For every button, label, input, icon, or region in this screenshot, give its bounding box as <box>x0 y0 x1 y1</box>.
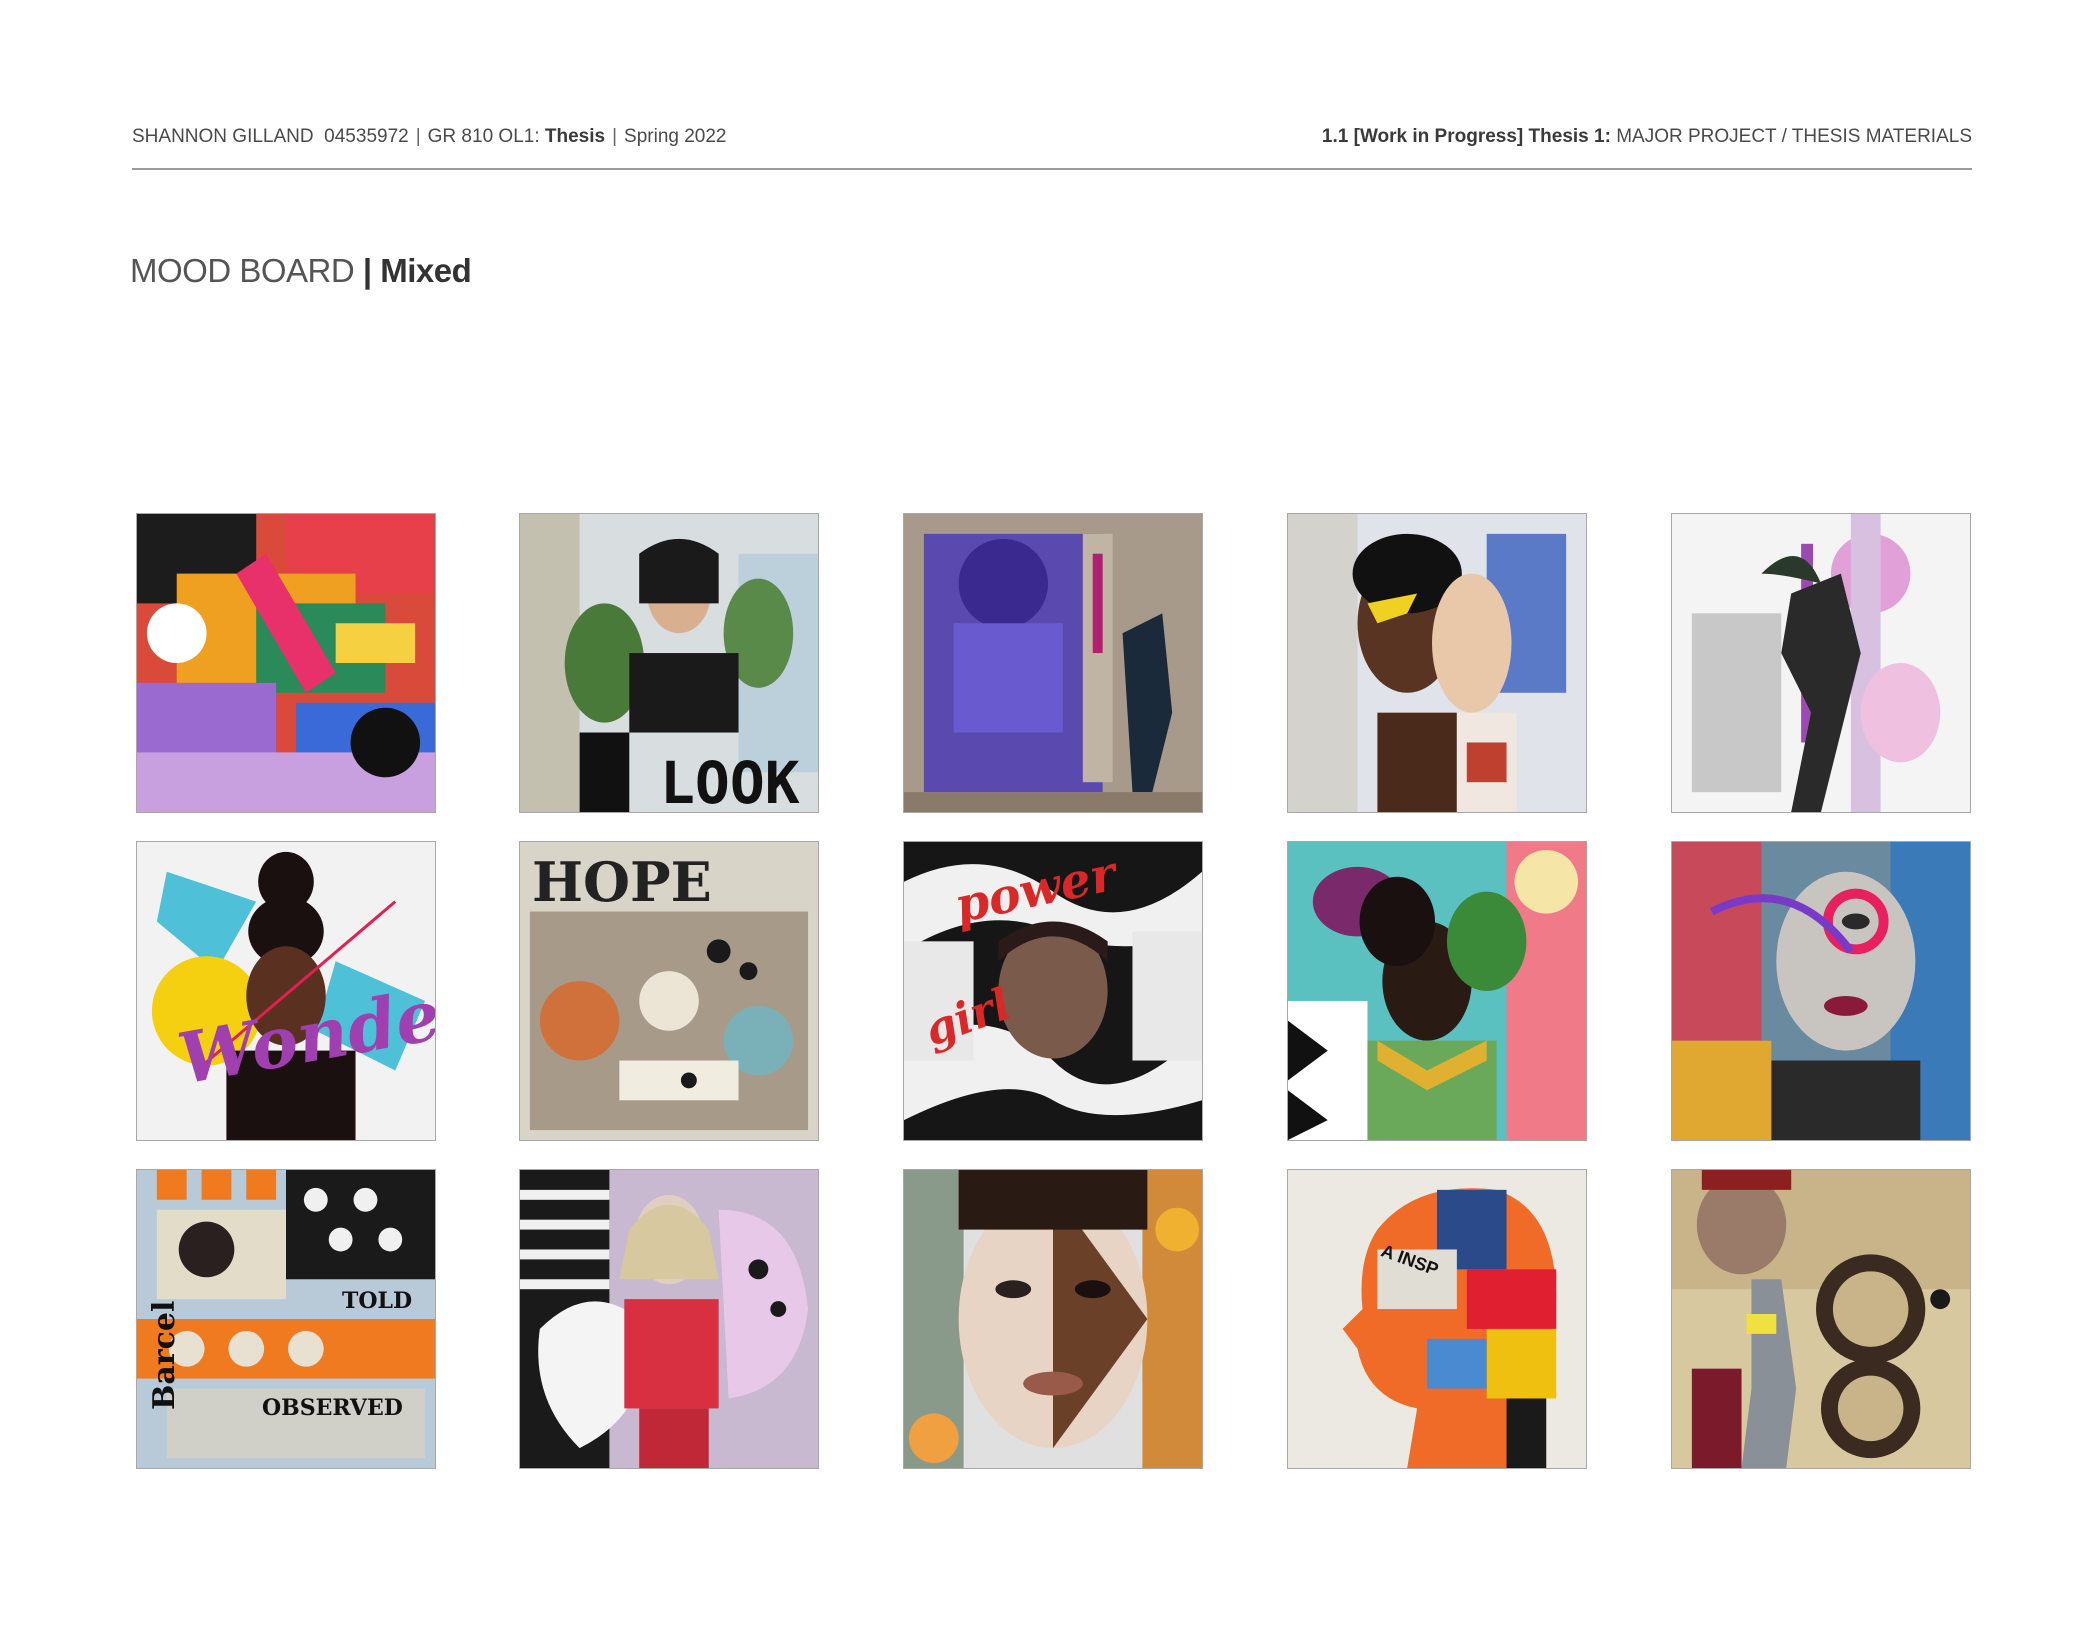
title-prefix: MOOD BOARD <box>130 252 355 289</box>
mood-image-profile-woman <box>1287 841 1587 1141</box>
course-prefix: GR 810 OL1: <box>427 126 540 147</box>
header-right: 1.1 [Work in Progress] Thesis 1: MAJOR P… <box>1322 126 1972 148</box>
mood-image-newspaper-figure <box>903 513 1203 813</box>
term: Spring 2022 <box>624 126 727 147</box>
section-subtitle: MAJOR PROJECT / THESIS MATERIALS <box>1616 126 1972 147</box>
mood-image-abstract-collage <box>136 513 436 813</box>
mood-image-head-silhouette: A INSP <box>1287 1169 1587 1469</box>
course-title: Thesis <box>544 126 606 147</box>
mood-image-painted-face <box>1671 841 1971 1141</box>
author-name: SHANNON GILLAND <box>132 126 314 147</box>
thesis-label: Thesis 1: <box>1528 126 1611 147</box>
student-id: 04535972 <box>324 126 409 147</box>
mood-image-power-girl: power girl <box>903 841 1203 1141</box>
page-header: SHANNON GILLAND 04535972 | GR 810 OL1: The… <box>132 122 1972 170</box>
mood-image-wonder: Wonder <box>136 841 436 1141</box>
mood-image-split-faces <box>903 1169 1203 1469</box>
mood-image-typographic-collage: TOLD OBSERVED Barcel <box>136 1169 436 1469</box>
section-code: 1.1 <box>1321 126 1349 147</box>
mood-image-hope-scrapbook: HOPE <box>519 841 819 1141</box>
mood-image-two-faces <box>1287 513 1587 813</box>
mood-image-fashion-model <box>519 1169 819 1469</box>
header-left: SHANNON GILLAND 04535972 | GR 810 OL1: The… <box>132 126 727 147</box>
mood-image-dancer <box>1671 513 1971 813</box>
mood-image-vintage-collage <box>1671 1169 1971 1469</box>
mood-image-look-portrait: LOOK <box>519 513 819 813</box>
page-title: MOOD BOARD | Mixed <box>130 252 472 290</box>
wip-label: [Work in Progress] <box>1353 126 1524 147</box>
title-suffix: | Mixed <box>362 252 472 289</box>
